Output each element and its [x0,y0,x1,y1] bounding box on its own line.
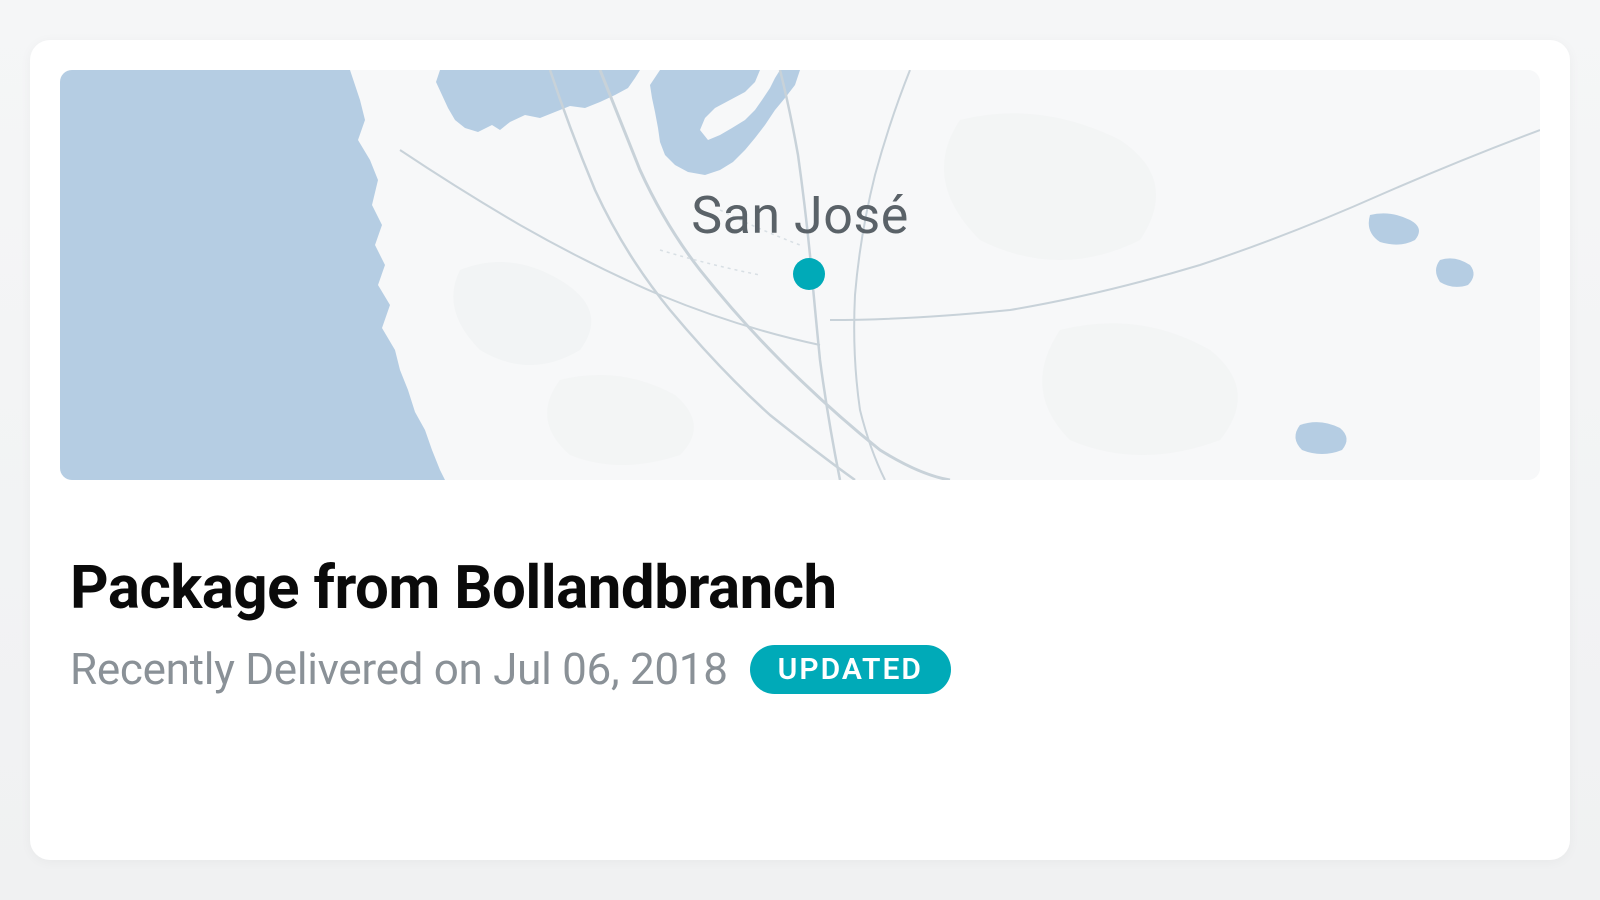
location-marker-icon [793,258,825,290]
updated-badge: UPDATED [750,645,951,694]
package-card: San José Package from Bollandbranch Rece… [30,40,1570,860]
package-info-section: Package from Bollandbranch Recently Deli… [60,480,1540,695]
status-row: Recently Delivered on Jul 06, 2018 UPDAT… [70,643,1540,695]
map-city-label: San José [691,185,909,246]
package-title: Package from Bollandbranch [70,555,1540,621]
map-thumbnail[interactable]: San José [60,70,1540,480]
delivery-status-text: Recently Delivered on Jul 06, 2018 [70,643,728,695]
